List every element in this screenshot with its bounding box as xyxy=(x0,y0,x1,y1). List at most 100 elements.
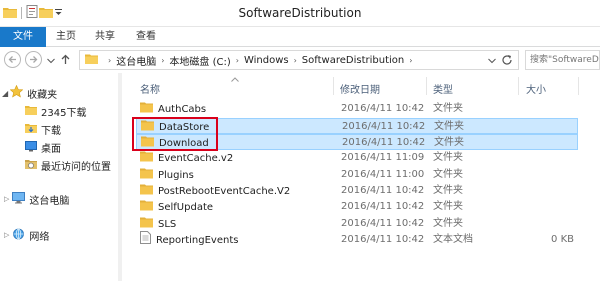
file-size xyxy=(531,167,574,183)
column-header-type[interactable]: 类型 xyxy=(433,81,453,96)
text-file-icon xyxy=(140,231,151,249)
folder-icon xyxy=(25,104,37,119)
file-name: SLS xyxy=(158,218,177,230)
expand-arrow-icon[interactable]: ◢ xyxy=(2,89,8,98)
title-bar: SoftwareDistribution xyxy=(0,0,600,27)
file-row[interactable]: PostRebootEventCache.V2 2016/4/11 10:42 文件… xyxy=(136,183,578,199)
nav-item-label: 收藏夹 xyxy=(27,89,58,101)
column-divider[interactable] xyxy=(578,77,579,95)
nav-item-2345-downloads[interactable]: 2345下载 xyxy=(25,103,86,119)
breadcrumb-separator[interactable]: › xyxy=(294,56,297,65)
column-divider[interactable] xyxy=(518,77,519,95)
refresh-icon xyxy=(502,55,512,65)
breadcrumb-separator: › xyxy=(108,55,112,65)
breadcrumb-separator[interactable]: › xyxy=(409,56,412,65)
file-name-cell[interactable]: SLS xyxy=(140,216,176,232)
nav-item-this-pc[interactable]: ▷ 这台电脑 xyxy=(4,191,69,207)
nav-item-desktop[interactable]: 桌面 xyxy=(25,139,61,155)
file-type: 文件夹 xyxy=(433,103,463,114)
column-divider[interactable] xyxy=(426,77,427,95)
folder-icon xyxy=(140,150,153,167)
file-name-cell[interactable]: PostRebootEventCache.V2 xyxy=(140,183,290,199)
column-header-size[interactable]: 大小 xyxy=(526,81,546,96)
tab-view[interactable]: 查看 xyxy=(136,27,156,47)
folder-icon xyxy=(140,216,153,233)
column-divider[interactable] xyxy=(333,77,334,95)
highlight-annotation xyxy=(132,117,218,151)
file-size xyxy=(532,119,575,135)
file-type: 文件夹 xyxy=(434,137,464,148)
expand-arrow-icon[interactable]: ▷ xyxy=(4,231,9,239)
up-button[interactable] xyxy=(60,54,71,68)
recent-locations-button[interactable] xyxy=(47,56,55,67)
recent-places-icon xyxy=(25,158,37,173)
nav-item-network[interactable]: ▷ 网络 xyxy=(4,227,49,243)
file-size xyxy=(532,135,575,151)
navigation-scrollbar[interactable] xyxy=(118,73,122,281)
file-date: 2016/4/11 10:42 xyxy=(341,201,425,212)
navigation-pane: ◢ 收藏夹 2345下载 下载 桌面 最近访问的位置 ▷ 这台电脑 ▷ 网络 xyxy=(0,73,118,281)
file-name-cell[interactable]: Plugins xyxy=(140,167,194,183)
folder-icon xyxy=(140,167,153,184)
file-name-cell[interactable]: AuthCabs xyxy=(140,101,206,117)
file-name-cell[interactable]: SelfUpdate xyxy=(140,199,213,215)
file-size: 0 KB xyxy=(551,234,574,245)
file-name: ReportingEvents xyxy=(156,234,239,246)
column-header-name[interactable]: 名称 xyxy=(140,81,160,96)
file-row[interactable]: AuthCabs 2016/4/11 10:42 文件夹 xyxy=(136,101,578,117)
tab-share[interactable]: 共享 xyxy=(95,27,115,47)
folder-icon xyxy=(85,53,98,67)
file-row[interactable]: SLS 2016/4/11 10:42 文件夹 xyxy=(136,216,578,232)
tab-file[interactable]: 文件 xyxy=(0,27,46,47)
file-date: 2016/4/11 10:42 xyxy=(342,121,426,132)
nav-item-label: 桌面 xyxy=(41,143,61,155)
file-date: 2016/4/11 11:09 xyxy=(341,152,425,163)
forward-button[interactable] xyxy=(25,51,42,68)
breadcrumb-separator[interactable]: › xyxy=(236,56,239,65)
file-size xyxy=(531,101,574,117)
arrow-left-icon xyxy=(8,56,16,63)
file-name-cell[interactable]: ReportingEvents xyxy=(140,231,239,249)
file-date: 2016/4/11 10:42 xyxy=(341,218,425,229)
nav-item-recent-places[interactable]: 最近访问的位置 xyxy=(25,157,111,173)
search-input[interactable]: 搜索"SoftwareDistribution" xyxy=(525,50,600,70)
network-icon xyxy=(12,228,25,243)
chevron-down-icon xyxy=(47,58,55,64)
file-size xyxy=(531,150,574,166)
address-history-button[interactable] xyxy=(488,56,496,67)
breadcrumb-separator[interactable]: › xyxy=(161,56,164,65)
file-size xyxy=(531,199,574,215)
file-row[interactable]: Plugins 2016/4/11 11:00 文件夹 xyxy=(136,167,578,183)
breadcrumb-softwaredistribution[interactable]: SoftwareDistribution xyxy=(302,55,404,66)
file-date: 2016/4/11 10:42 xyxy=(341,185,425,196)
file-date: 2016/4/11 10:42 xyxy=(341,234,425,245)
ribbon-tabs: 文件 主页 共享 查看 xyxy=(0,27,600,47)
back-button[interactable] xyxy=(4,51,21,68)
breadcrumb-local-disk[interactable]: 本地磁盘 (C:) xyxy=(169,53,230,68)
file-row[interactable]: SelfUpdate 2016/4/11 10:42 文件夹 xyxy=(136,199,578,215)
file-row[interactable]: EventCache.v2 2016/4/11 11:09 文件夹 xyxy=(136,150,578,166)
nav-item-label: 这台电脑 xyxy=(29,195,70,207)
window-title: SoftwareDistribution xyxy=(238,6,362,20)
breadcrumb-windows[interactable]: Windows xyxy=(244,55,289,66)
breadcrumb-this-pc[interactable]: 这台电脑 xyxy=(116,53,156,68)
address-bar[interactable]: › 这台电脑 › 本地磁盘 (C:) › Windows › SoftwareD… xyxy=(79,50,519,70)
refresh-button[interactable] xyxy=(501,54,513,69)
nav-item-label: 最近访问的位置 xyxy=(41,161,111,173)
nav-item-label: 网络 xyxy=(29,231,50,243)
file-name-cell[interactable]: EventCache.v2 xyxy=(140,150,233,166)
column-header-date[interactable]: 修改日期 xyxy=(340,81,380,96)
nav-item-favorites[interactable]: ◢ 收藏夹 xyxy=(2,84,58,101)
file-row[interactable]: ReportingEvents 2016/4/11 10:42 文本文档 0 KB xyxy=(136,231,578,249)
file-type: 文件夹 xyxy=(433,169,463,180)
file-date: 2016/4/11 11:00 xyxy=(341,169,425,180)
tab-home[interactable]: 主页 xyxy=(56,27,76,47)
file-date: 2016/4/11 10:42 xyxy=(341,103,425,114)
file-type: 文件夹 xyxy=(434,121,464,132)
file-name: PostRebootEventCache.V2 xyxy=(158,185,291,197)
star-icon xyxy=(9,84,24,101)
nav-item-downloads[interactable]: 下载 xyxy=(25,121,61,137)
expand-arrow-icon[interactable]: ▷ xyxy=(4,195,9,203)
file-type: 文本文档 xyxy=(433,234,473,245)
sort-indicator-icon xyxy=(231,74,239,85)
